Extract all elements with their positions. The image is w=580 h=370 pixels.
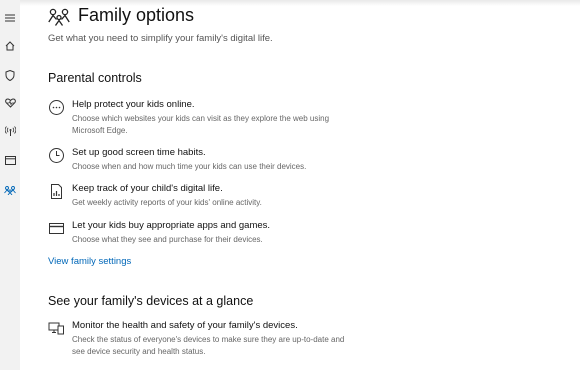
nav-firewall-network[interactable]: [0, 121, 20, 141]
item-title: Set up good screen time habits.: [72, 147, 206, 158]
devices-icon: [48, 320, 65, 337]
item-description: Choose when and how much time your kids …: [72, 162, 307, 171]
globe-dots-icon: [48, 99, 65, 116]
nav-family-options[interactable]: [0, 180, 20, 200]
browser-window-icon: [4, 155, 16, 165]
item-description: Choose which websites your kids can visi…: [72, 114, 330, 135]
item-title: Let your kids buy appropriate apps and g…: [72, 220, 271, 231]
item-title: Monitor the health and safety of your fa…: [72, 320, 298, 331]
wireless-antenna-icon: [4, 126, 16, 136]
nav-home[interactable]: [0, 36, 20, 56]
nav-virus-protection[interactable]: [0, 65, 20, 85]
nav-device-performance[interactable]: [0, 93, 20, 113]
family-icon: [48, 8, 70, 26]
sidebar: [0, 0, 20, 370]
page-subtitle: Get what you need to simplify your famil…: [48, 33, 273, 44]
item-description: Choose what they see and purchase for th…: [72, 235, 263, 244]
devices-heading: See your family's devices at a glance: [48, 294, 254, 308]
view-family-settings-link[interactable]: View family settings: [48, 256, 131, 267]
hamburger-menu-button[interactable]: [0, 8, 20, 28]
item-title: Keep track of your child's digital life.: [72, 183, 223, 194]
clock-icon: [48, 147, 65, 164]
family-icon: [4, 185, 16, 195]
page-title: Family options: [78, 5, 195, 25]
parental-controls-heading: Parental controls: [48, 71, 142, 85]
hamburger-menu-icon: [5, 14, 15, 22]
nav-app-browser-control[interactable]: [0, 150, 20, 170]
credit-card-icon: [48, 220, 65, 237]
item-description: Check the status of everyone's devices t…: [72, 335, 345, 356]
activity-report-icon: [48, 183, 65, 200]
item-title: Help protect your kids online.: [72, 99, 195, 110]
home-icon: [5, 41, 15, 51]
shield-icon: [5, 69, 15, 81]
item-description: Get weekly activity reports of your kids…: [72, 198, 262, 207]
heart-pulse-icon: [4, 98, 16, 108]
